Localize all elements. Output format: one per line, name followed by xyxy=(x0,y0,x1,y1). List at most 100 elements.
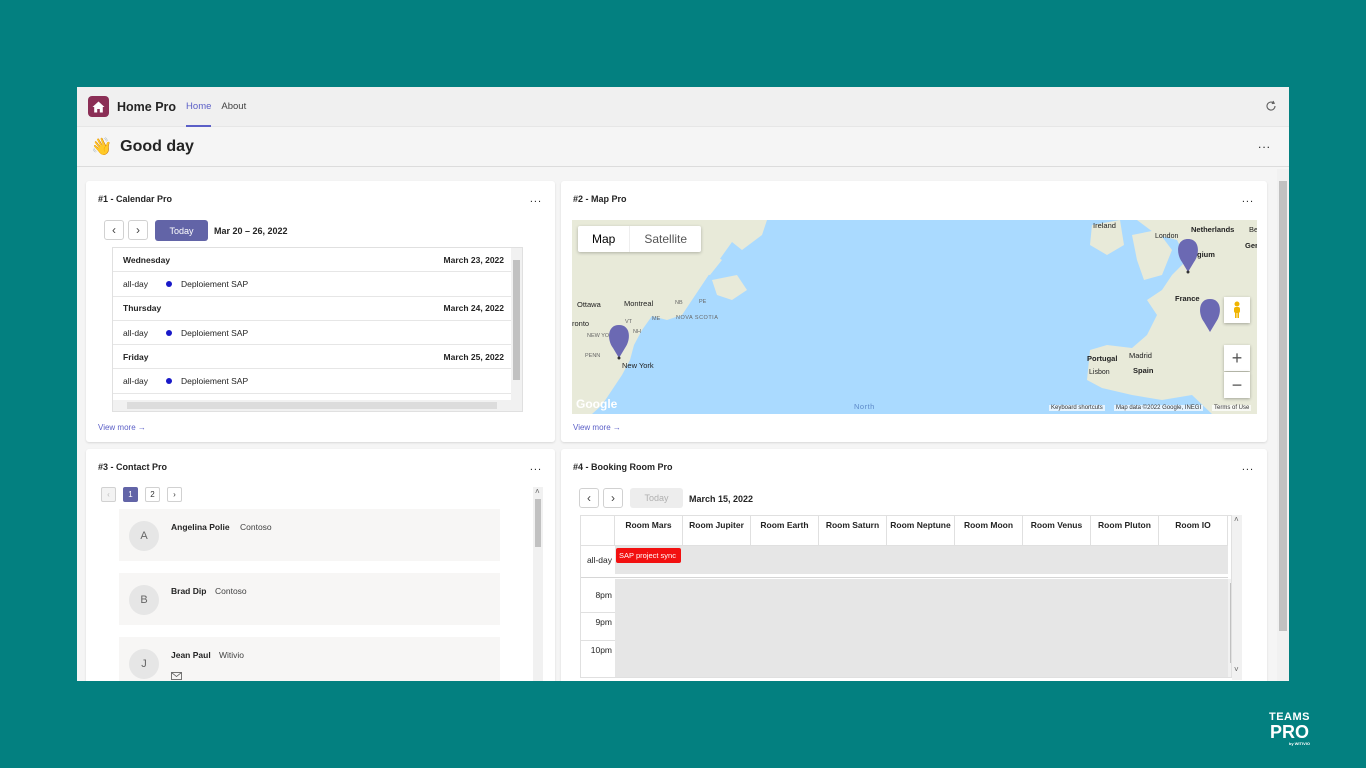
contact-company: Contoso xyxy=(215,586,247,596)
avatar: J xyxy=(129,649,159,679)
room-header: Room Pluton xyxy=(1091,516,1159,546)
map-markers xyxy=(609,239,1220,360)
event-item[interactable]: all-day Deploiement SAP xyxy=(113,272,522,297)
day-name: Thursday xyxy=(123,303,162,314)
pager-page-1[interactable]: 1 xyxy=(123,487,138,502)
vertical-scrollbar[interactable]: ˄ ˅ xyxy=(1232,515,1242,680)
day-date: March 25, 2022 xyxy=(443,351,504,362)
room-header: Room Venus xyxy=(1023,516,1091,546)
pager-previous-button[interactable]: ‹ xyxy=(101,487,116,502)
today-button[interactable]: Today xyxy=(155,220,208,241)
event-title: Deploiement SAP xyxy=(181,278,249,289)
event-time: all-day xyxy=(123,376,149,387)
time-label: 8pm xyxy=(595,590,612,600)
day-name: Wednesday xyxy=(123,254,171,265)
scrollbar-thumb[interactable] xyxy=(513,260,520,380)
app-title: Home Pro xyxy=(117,99,177,114)
card-more-button[interactable]: ... xyxy=(1242,461,1254,473)
allday-label: all-day xyxy=(586,555,612,565)
corner-cell xyxy=(581,516,615,546)
greeting-bar: 👋 Good day ... xyxy=(77,127,1289,167)
card-title: #4 - Booking Room Pro xyxy=(573,462,673,472)
day-name: Friday xyxy=(123,351,149,362)
mail-icon[interactable] xyxy=(171,667,182,681)
event-dot xyxy=(166,280,173,287)
contact-company: Contoso xyxy=(240,522,272,532)
view-more-link[interactable]: View more → xyxy=(98,423,146,432)
scroll-up-arrow[interactable]: ˄ xyxy=(1234,515,1239,524)
time-grid[interactable] xyxy=(615,579,1228,677)
contact-name: Brad Dip xyxy=(171,586,207,596)
scrollbar-thumb[interactable] xyxy=(1279,181,1287,631)
previous-button[interactable]: ‹ xyxy=(579,488,599,508)
room-header: Room Moon xyxy=(955,516,1023,546)
zoom-out-button[interactable]: − xyxy=(1224,372,1250,398)
day-date: March 23, 2022 xyxy=(443,254,504,265)
map-view[interactable]: Map Satellite Ireland London Netherlands… xyxy=(572,220,1257,414)
card-title: #1 - Calendar Pro xyxy=(98,194,173,204)
scrollbar-thumb[interactable] xyxy=(535,499,541,547)
horizontal-scrollbar[interactable] xyxy=(113,400,522,411)
next-button[interactable]: › xyxy=(603,488,623,508)
card-more-button[interactable]: ... xyxy=(1242,193,1254,205)
keyboard-shortcuts-link[interactable]: Keyboard shortcuts xyxy=(1049,405,1105,411)
event-item[interactable]: all-day Deploiement SAP xyxy=(113,321,522,346)
contact-item[interactable]: A Angelina Polie Contoso xyxy=(119,509,500,561)
map-card: #2 - Map Pro ... Map Satellite Ireland L… xyxy=(561,181,1267,442)
tab-about[interactable]: About xyxy=(221,87,246,127)
list-item: Wednesday March 23, 2022 xyxy=(113,248,522,273)
zoom-in-button[interactable]: + xyxy=(1224,345,1250,371)
allday-row[interactable] xyxy=(615,546,1228,574)
previous-button[interactable]: ‹ xyxy=(104,220,124,240)
brand-line: PRO xyxy=(1269,722,1309,742)
terms-link[interactable]: Terms of Use xyxy=(1212,405,1252,411)
pager-page-2[interactable]: 2 xyxy=(145,487,160,502)
list-item: Friday March 25, 2022 xyxy=(113,345,522,370)
contact-item[interactable]: B Brad Dip Contoso xyxy=(119,573,500,625)
room-header: Room Jupiter xyxy=(683,516,751,546)
room-header: Room Mars xyxy=(615,516,683,546)
scroll-up-arrow[interactable]: ˄ xyxy=(535,487,540,496)
room-header: Room Neptune xyxy=(887,516,955,546)
today-button[interactable]: Today xyxy=(630,488,683,508)
card-more-button[interactable]: ... xyxy=(530,193,542,205)
vertical-scrollbar[interactable]: ˄ xyxy=(533,487,543,681)
contact-company: Witivio xyxy=(219,650,245,660)
time-label: 9pm xyxy=(595,617,612,627)
event-time: all-day xyxy=(123,278,149,289)
room-header: Room IO xyxy=(1159,516,1228,546)
pager-next-button[interactable]: › xyxy=(167,487,182,502)
event-item[interactable]: all-day Deploiement SAP xyxy=(113,369,522,394)
more-options-button[interactable]: ... xyxy=(1258,137,1271,151)
view-more-link[interactable]: View more → xyxy=(573,423,621,432)
refresh-icon[interactable] xyxy=(1265,99,1277,115)
scroll-down-arrow[interactable]: ˅ xyxy=(1234,665,1239,674)
avatar: B xyxy=(129,585,159,615)
tab-home[interactable]: Home xyxy=(186,87,212,127)
contact-name: Angelina Polie xyxy=(171,522,230,532)
list-item: Thursday March 24, 2022 xyxy=(113,297,522,321)
next-button[interactable]: › xyxy=(128,220,148,240)
room-header: Room Saturn xyxy=(819,516,887,546)
app-window: Home Pro Home About 👋 Good day ... #1 - … xyxy=(77,87,1289,681)
scrollbar-thumb[interactable] xyxy=(127,402,497,409)
vertical-scrollbar[interactable] xyxy=(511,248,522,401)
page-scrollbar[interactable] xyxy=(1277,169,1289,681)
date-range: Mar 20 – 26, 2022 xyxy=(214,226,288,236)
event-list: Wednesday March 23, 2022 all-day Deploieme… xyxy=(112,247,523,412)
map-pin-icon xyxy=(609,325,629,358)
app-header: Home Pro Home About xyxy=(77,87,1289,127)
time-label: 10pm xyxy=(590,645,612,655)
booking-card: #4 - Booking Room Pro ... ‹ › Today Marc… xyxy=(561,449,1267,681)
calendar-card: #1 - Calendar Pro ... ‹ › Today Mar 20 –… xyxy=(86,181,555,442)
card-more-button[interactable]: ... xyxy=(530,461,542,473)
booking-event[interactable]: SAP project sync xyxy=(616,548,681,563)
card-title: #3 - Contact Pro xyxy=(98,462,168,472)
event-title: Deploiement SAP xyxy=(181,327,249,338)
teams-pro-logo: TEAMS PRO by WITIVIO xyxy=(1269,712,1310,747)
contact-item[interactable]: J Jean Paul Witivio xyxy=(119,637,500,681)
map-pin-icon xyxy=(1178,239,1198,272)
booking-date: March 15, 2022 xyxy=(689,494,754,504)
street-view-icon[interactable] xyxy=(1224,297,1250,323)
card-title: #2 - Map Pro xyxy=(573,194,627,204)
